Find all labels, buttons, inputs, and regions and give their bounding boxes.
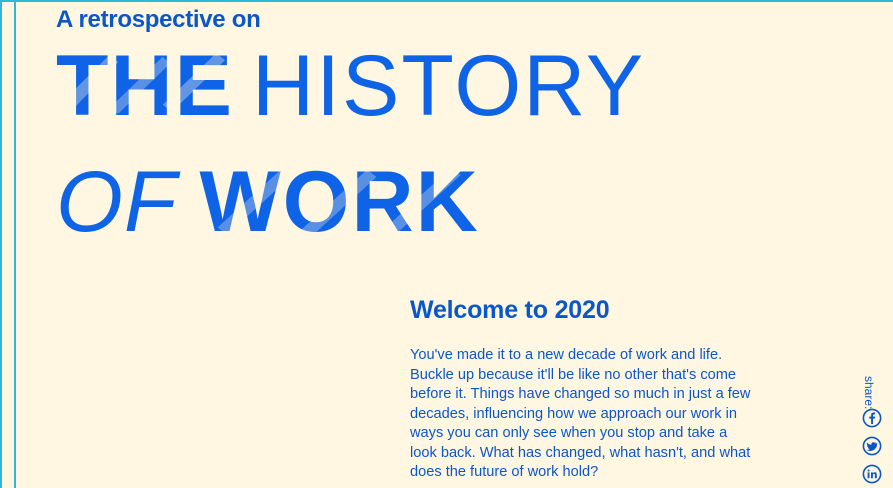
hero-word-the: THE bbox=[56, 38, 234, 134]
intro-paragraph: You've made it to a new decade of work a… bbox=[410, 347, 751, 480]
facebook-icon[interactable] bbox=[862, 408, 882, 428]
left-rule bbox=[14, 0, 16, 488]
hero-word-of: OF bbox=[56, 154, 178, 250]
share-label: share: bbox=[862, 376, 876, 410]
share-icons bbox=[862, 408, 884, 488]
intro-heading: Welcome to 2020 bbox=[410, 296, 610, 324]
hero-title-line-2: OF WORK bbox=[56, 154, 480, 250]
linkedin-icon[interactable] bbox=[862, 464, 882, 484]
hero-title-line-1: THE HISTORY bbox=[56, 38, 646, 134]
twitter-icon[interactable] bbox=[862, 436, 882, 456]
hero-word-history: HISTORY bbox=[252, 38, 646, 134]
hero-word-work: WORK bbox=[199, 154, 480, 250]
hero-subtitle: A retrospective on bbox=[56, 6, 261, 33]
